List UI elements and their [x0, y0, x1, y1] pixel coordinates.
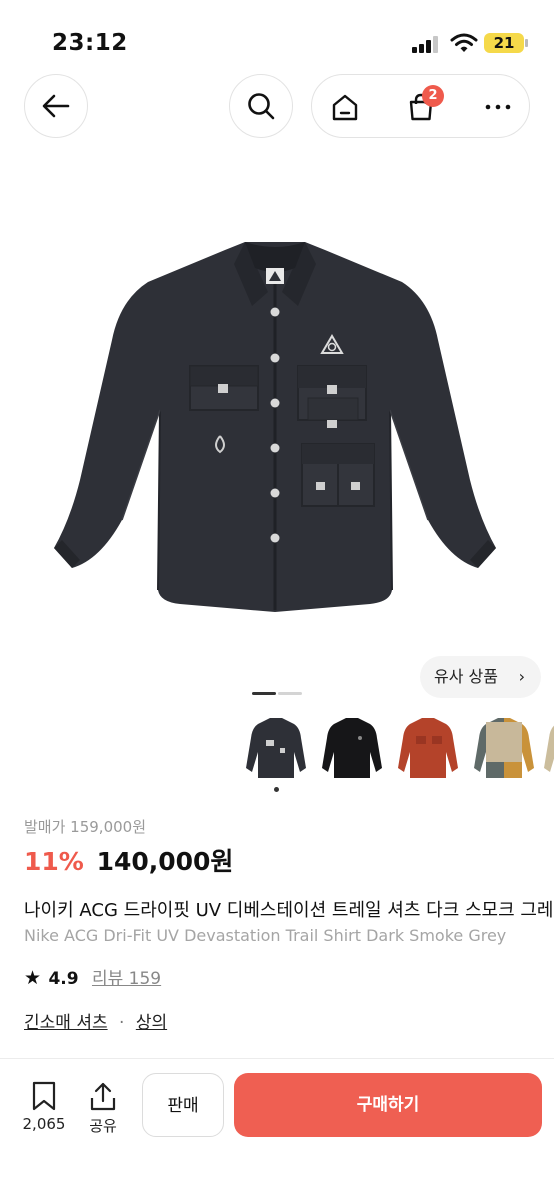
save-count: 2,065 — [22, 1115, 66, 1133]
wifi-icon — [450, 32, 478, 58]
star-icon: ★ — [24, 967, 42, 989]
search-icon — [248, 93, 275, 120]
bottom-action-bar: 2,065 공유 판매 구매하기 — [0, 1059, 554, 1200]
similar-products-button[interactable]: 유사 상품 › — [420, 656, 541, 698]
thumbnail-beige-grey-mustard[interactable] — [472, 712, 536, 786]
thumbnail-dark-smoke-grey[interactable] — [244, 712, 308, 786]
buy-button[interactable]: 구매하기 — [234, 1073, 542, 1137]
search-button[interactable] — [229, 74, 293, 138]
product-title-korean: 나이키 ACG 드라이핏 UV 디베스테이션 트레일 셔츠 다크 스모크 그레이 — [24, 900, 554, 921]
nav-actions: 2 — [311, 74, 530, 138]
review-link[interactable]: 리뷰 159 — [92, 969, 161, 989]
share-label: 공유 — [89, 1117, 117, 1135]
home-icon — [332, 94, 358, 121]
chevron-right-icon: › — [518, 667, 525, 686]
bookmark-icon — [32, 1081, 56, 1111]
product-image[interactable] — [40, 230, 510, 640]
price-row: 11% 140,000원 — [24, 842, 233, 878]
category-breadcrumb: 긴소매 셔츠 · 상의 — [24, 1008, 167, 1033]
sell-button[interactable]: 판매 — [142, 1073, 224, 1137]
back-button[interactable] — [24, 74, 88, 138]
save-button[interactable]: 2,065 — [14, 1079, 74, 1133]
discount-rate: 11% — [24, 847, 84, 876]
sale-price: 140,000원 — [96, 847, 234, 876]
release-price: 발매가 159,000원 — [24, 818, 146, 836]
status-time: 23:12 — [52, 30, 128, 56]
thumbnail-beige[interactable] — [542, 712, 554, 786]
color-thumbnails — [240, 712, 554, 788]
similar-products-label: 유사 상품 — [434, 667, 498, 686]
status-bar: 23:12 21 — [0, 0, 554, 70]
rating-row: ★ 4.9 리뷰 159 — [24, 964, 161, 989]
category-tops[interactable]: 상의 — [136, 1013, 167, 1033]
back-arrow-icon — [42, 94, 70, 118]
category-separator: · — [119, 1013, 125, 1033]
rating-score: 4.9 — [48, 969, 79, 989]
selected-thumbnail-dot — [274, 787, 279, 792]
image-indicator-inactive — [278, 692, 302, 695]
image-indicator-active — [252, 692, 276, 695]
more-button[interactable] — [480, 89, 516, 125]
more-icon — [485, 104, 511, 110]
share-button[interactable]: 공유 — [73, 1079, 133, 1136]
home-button[interactable] — [327, 89, 363, 125]
cart-badge: 2 — [422, 85, 444, 107]
product-title-english: Nike ACG Dri-Fit UV Devastation Trail Sh… — [24, 926, 507, 945]
thumbnail-black[interactable] — [320, 712, 384, 786]
share-icon — [90, 1082, 116, 1111]
thumbnail-rust-orange[interactable] — [396, 712, 460, 786]
category-long-sleeve-shirts[interactable]: 긴소매 셔츠 — [24, 1013, 108, 1033]
battery-icon: 21 — [484, 33, 528, 53]
signal-icon — [412, 36, 442, 53]
